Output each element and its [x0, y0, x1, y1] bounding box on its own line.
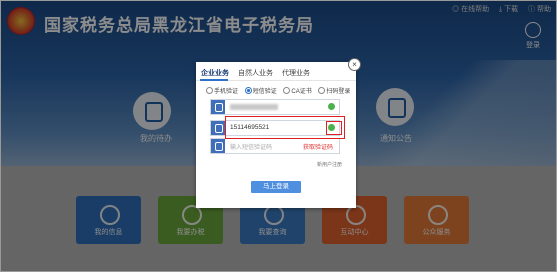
frame-border [0, 0, 557, 272]
page: 国家税务总局黑龙江省电子税务局 ◎ 在线帮助 ⤓ 下载 ⓘ 帮助 登录 我的待办… [0, 0, 557, 272]
